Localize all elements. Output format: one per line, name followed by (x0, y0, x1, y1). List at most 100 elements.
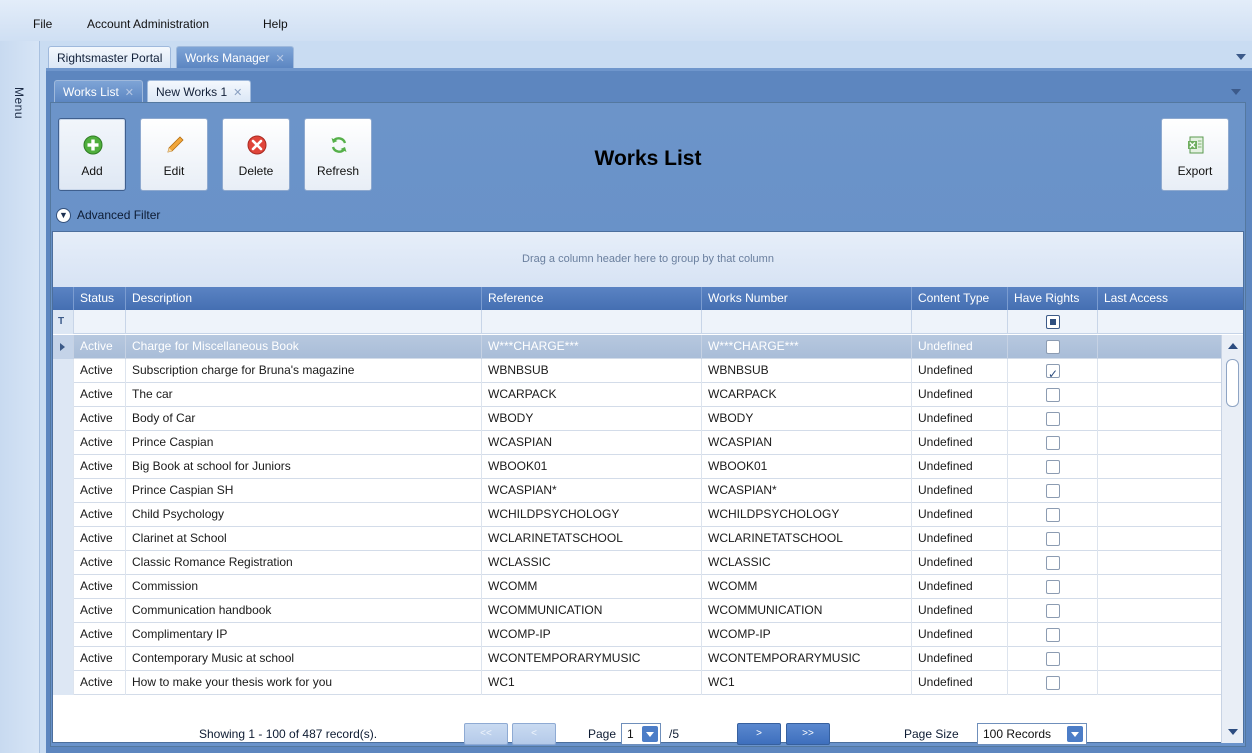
cell-works-number[interactable]: WCONTEMPORARYMUSIC (701, 647, 911, 671)
cell-status[interactable]: Active (73, 335, 125, 359)
cell-status[interactable]: Active (73, 359, 125, 383)
cell-have-rights[interactable] (1007, 671, 1097, 695)
cell-description[interactable]: Classic Romance Registration (125, 551, 481, 575)
side-menu-rail[interactable]: Menu (0, 41, 40, 753)
close-icon[interactable]: ✕ (125, 87, 134, 99)
cell-have-rights[interactable] (1007, 407, 1097, 431)
row-indicator[interactable] (53, 431, 73, 455)
have-rights-checkbox[interactable] (1046, 580, 1060, 594)
cell-content-type[interactable]: Undefined (911, 647, 1007, 671)
cell-have-rights[interactable] (1007, 503, 1097, 527)
next-page-button[interactable]: > (737, 723, 781, 745)
cell-description[interactable]: The car (125, 383, 481, 407)
cell-description[interactable]: Big Book at school for Juniors (125, 455, 481, 479)
have-rights-checkbox[interactable] (1046, 460, 1060, 474)
have-rights-checkbox[interactable] (1046, 628, 1060, 642)
column-header-description[interactable]: Description (125, 287, 481, 310)
cell-status[interactable]: Active (73, 599, 125, 623)
row-indicator[interactable] (53, 647, 73, 671)
cell-status[interactable]: Active (73, 503, 125, 527)
cell-works-number[interactable]: WCASPIAN (701, 431, 911, 455)
have-rights-checkbox[interactable] (1046, 340, 1060, 354)
scrollbar-thumb[interactable] (1226, 359, 1239, 407)
cell-reference[interactable]: WC1 (481, 671, 701, 695)
cell-works-number[interactable]: WCARPACK (701, 383, 911, 407)
cell-description[interactable]: Clarinet at School (125, 527, 481, 551)
have-rights-checkbox[interactable] (1046, 676, 1060, 690)
cell-have-rights[interactable] (1007, 599, 1097, 623)
cell-status[interactable]: Active (73, 527, 125, 551)
cell-content-type[interactable]: Undefined (911, 383, 1007, 407)
cell-status[interactable]: Active (73, 575, 125, 599)
cell-content-type[interactable]: Undefined (911, 407, 1007, 431)
row-indicator[interactable] (53, 479, 73, 503)
filter-cell-works-number[interactable] (701, 310, 911, 334)
have-rights-checkbox[interactable] (1046, 604, 1060, 618)
cell-reference[interactable]: WCHILDPSYCHOLOGY (481, 503, 701, 527)
cell-last-access[interactable] (1097, 407, 1221, 431)
cell-description[interactable]: Charge for Miscellaneous Book (125, 335, 481, 359)
cell-last-access[interactable] (1097, 383, 1221, 407)
scroll-up-icon[interactable] (1228, 343, 1238, 349)
cell-status[interactable]: Active (73, 551, 125, 575)
cell-reference[interactable]: WCOMP-IP (481, 623, 701, 647)
cell-have-rights[interactable] (1007, 383, 1097, 407)
cell-description[interactable]: Prince Caspian (125, 431, 481, 455)
cell-content-type[interactable]: Undefined (911, 503, 1007, 527)
cell-have-rights[interactable] (1007, 575, 1097, 599)
have-rights-checkbox[interactable] (1046, 508, 1060, 522)
cell-status[interactable]: Active (73, 383, 125, 407)
cell-works-number[interactable]: WCLARINETATSCHOOL (701, 527, 911, 551)
table-row[interactable]: Active Clarinet at School WCLARINETATSCHOO… (53, 527, 1221, 551)
table-row[interactable]: Active Classic Romance Registration WCLASS… (53, 551, 1221, 575)
cell-last-access[interactable] (1097, 575, 1221, 599)
cell-last-access[interactable] (1097, 551, 1221, 575)
cell-content-type[interactable]: Undefined (911, 431, 1007, 455)
cell-works-number[interactable]: WCLASSIC (701, 551, 911, 575)
cell-last-access[interactable] (1097, 503, 1221, 527)
row-indicator[interactable] (53, 599, 73, 623)
chevron-down-icon[interactable]: ▼ (56, 207, 71, 223)
cell-have-rights[interactable] (1007, 455, 1097, 479)
cell-works-number[interactable]: WCHILDPSYCHOLOGY (701, 503, 911, 527)
chevron-down-icon[interactable] (642, 726, 658, 742)
cell-works-number[interactable]: WC1 (701, 671, 911, 695)
have-rights-checkbox[interactable] (1046, 388, 1060, 402)
filter-cell-status[interactable] (73, 310, 125, 334)
cell-have-rights[interactable] (1007, 335, 1097, 359)
filter-cell-content-type[interactable] (911, 310, 1007, 334)
table-row[interactable]: Active Prince Caspian SH WCASPIAN* WCASPIAN… (53, 479, 1221, 503)
cell-description[interactable]: Prince Caspian SH (125, 479, 481, 503)
cell-content-type[interactable]: Undefined (911, 575, 1007, 599)
row-indicator[interactable] (53, 575, 73, 599)
column-header-last-access[interactable]: Last Access (1097, 287, 1211, 310)
row-indicator[interactable] (53, 335, 73, 359)
cell-status[interactable]: Active (73, 647, 125, 671)
table-row[interactable]: Active How to make your thesis work for y… (53, 671, 1221, 695)
filter-cell-description[interactable] (125, 310, 481, 334)
cell-last-access[interactable] (1097, 359, 1221, 383)
have-rights-filter-checkbox[interactable] (1046, 315, 1060, 329)
table-row[interactable]: Active Child Psychology WCHILDPSYCHOLOGY WC… (53, 503, 1221, 527)
cell-last-access[interactable] (1097, 599, 1221, 623)
export-button[interactable]: Export (1161, 118, 1229, 191)
filter-cell-have-rights[interactable] (1007, 310, 1097, 334)
cell-last-access[interactable] (1097, 431, 1221, 455)
tab-works-list[interactable]: Works List ✕ (54, 80, 144, 102)
have-rights-checkbox[interactable] (1046, 532, 1060, 546)
table-row[interactable]: Active Complimentary IP WCOMP-IP WCOMP-IP Un… (53, 623, 1221, 647)
table-row[interactable]: Active Subscription charge for Bruna's ma… (53, 359, 1221, 383)
cell-have-rights[interactable] (1007, 623, 1097, 647)
row-indicator[interactable] (53, 407, 73, 431)
cell-works-number[interactable]: WCASPIAN* (701, 479, 911, 503)
cell-have-rights[interactable] (1007, 479, 1097, 503)
cell-reference[interactable]: WCLASSIC (481, 551, 701, 575)
cell-reference[interactable]: WCLARINETATSCHOOL (481, 527, 701, 551)
cell-works-number[interactable]: WCOMP-IP (701, 623, 911, 647)
column-header-works-number[interactable]: Works Number (701, 287, 911, 310)
cell-content-type[interactable]: Undefined (911, 599, 1007, 623)
filter-cell-reference[interactable] (481, 310, 701, 334)
last-page-button[interactable]: >> (786, 723, 830, 745)
scroll-down-icon[interactable] (1228, 729, 1238, 735)
cell-reference[interactable]: WBODY (481, 407, 701, 431)
